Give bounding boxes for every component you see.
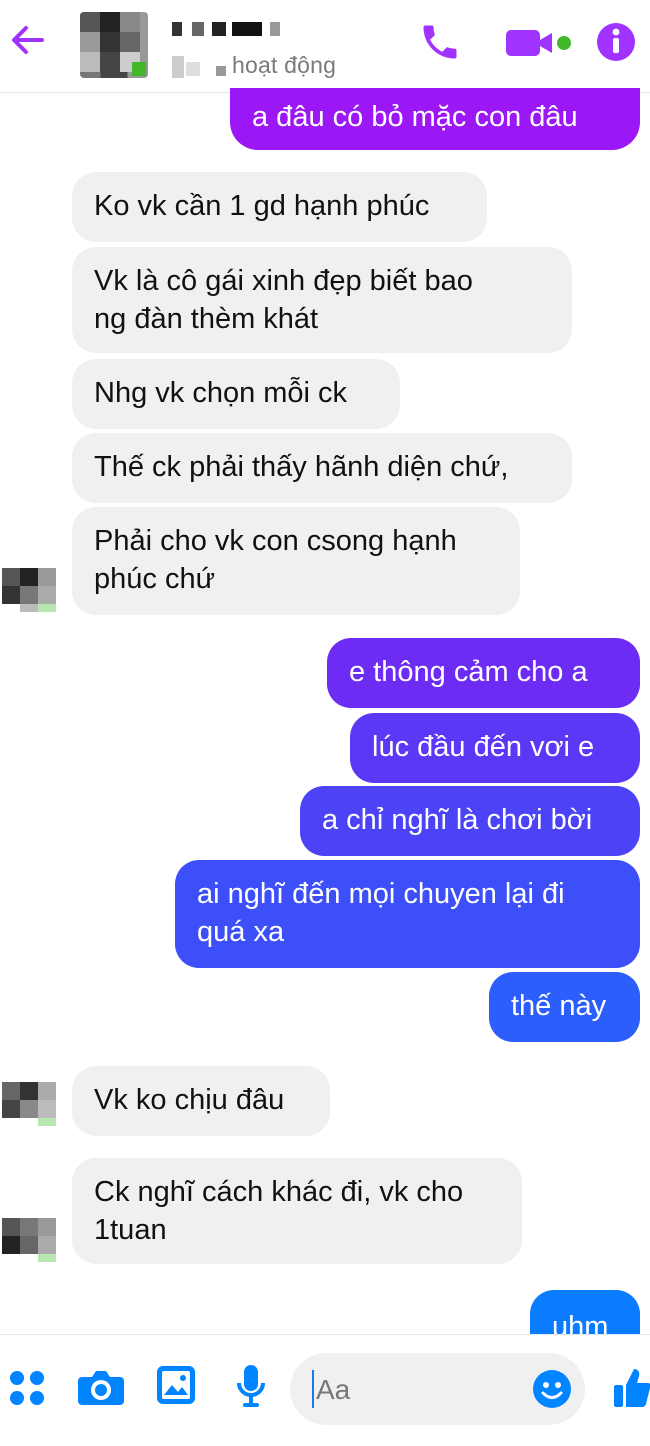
message-bubble-incoming[interactable]: Thế ck phải thấy hãnh diện chứ,	[72, 433, 572, 503]
video-camera-icon[interactable]	[504, 26, 574, 60]
message-bubble-outgoing[interactable]: thế này	[489, 972, 640, 1042]
thumbs-up-icon[interactable]	[614, 1365, 650, 1409]
message-bubble-incoming[interactable]: Vk ko chịu đâu	[72, 1066, 330, 1136]
message-bubble-outgoing[interactable]: ai nghĩ đến mọi chuyen lại đi quá xa	[175, 860, 640, 968]
message-bubble-incoming[interactable]: Vk là cô gái xinh đẹp biết bao ng đàn th…	[72, 247, 572, 353]
back-arrow-icon[interactable]	[6, 18, 50, 62]
message-bubble-outgoing[interactable]: a chỉ nghĩ là chơi bời	[300, 786, 640, 856]
message-input-container[interactable]	[290, 1353, 585, 1425]
microphone-icon[interactable]	[236, 1363, 266, 1409]
message-bubble-incoming[interactable]: Phải cho vk con csong hạnh phúc chứ	[72, 507, 520, 615]
message-input[interactable]	[314, 1365, 533, 1415]
contact-avatar-small	[2, 1218, 56, 1262]
contact-name-redacted	[172, 22, 292, 44]
message-bubble-outgoing[interactable]: e thông cảm cho a	[327, 638, 640, 708]
message-bubble-incoming[interactable]: Ck nghĩ cách khác đi, vk cho 1tuan	[72, 1158, 522, 1264]
camera-icon[interactable]	[78, 1367, 124, 1407]
apps-grid-icon[interactable]	[8, 1369, 46, 1407]
message-bubble-outgoing[interactable]: lúc đầu đến vơi e	[350, 713, 640, 783]
gallery-icon[interactable]	[156, 1365, 196, 1405]
active-status: hoạt động	[232, 52, 337, 78]
contact-avatar-small	[2, 568, 56, 612]
composer-bar	[0, 1334, 650, 1446]
info-icon[interactable]	[596, 22, 636, 62]
message-bubble-outgoing[interactable]: a đâu có bỏ mặc con đâu	[230, 88, 640, 150]
emoji-icon[interactable]	[532, 1369, 572, 1409]
contact-avatar-small	[2, 1082, 56, 1126]
message-bubble-incoming[interactable]: Nhg vk chọn mỗi ck	[72, 359, 400, 429]
online-indicator	[132, 62, 146, 76]
conversation-header: hoạt động	[0, 0, 650, 93]
status-redacted	[172, 54, 232, 80]
phone-icon[interactable]	[418, 20, 462, 64]
message-bubble-incoming[interactable]: Ko vk cần 1 gd hạnh phúc	[72, 172, 487, 242]
